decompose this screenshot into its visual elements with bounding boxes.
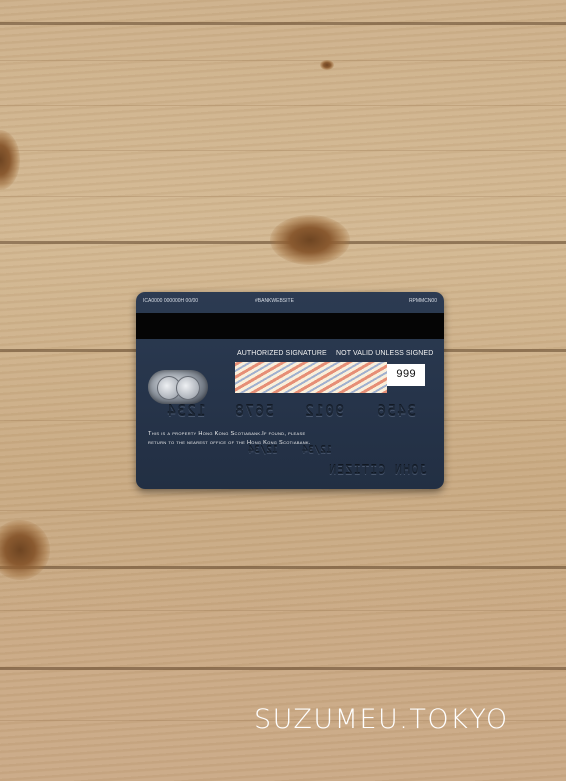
wood-knot [270,215,350,265]
magnetic-stripe [136,313,444,339]
authorized-signature-label: AUTHORIZED SIGNATURE [237,350,327,357]
signature-panel [235,362,387,393]
card-number-group: 9012 [304,402,345,420]
plank-seam [0,667,566,670]
card-code: ICA0000 000000H 00/00 [143,298,199,304]
plank-seam [0,22,566,25]
wood-grain [0,510,566,511]
wood-grain [0,610,566,611]
wood-grain [0,60,566,61]
wood-grain [0,150,566,151]
property-text-line-1: This is a property Hong Kong Scotiabank.… [148,431,306,437]
wood-grain [0,196,566,197]
not-valid-label: NOT VALID UNLESS SIGNED [336,350,434,357]
wood-grain [0,105,566,106]
card-ref-code: RPMMCN00 [408,298,437,304]
card-number-group: 3456 [376,402,417,420]
wood-knot [320,60,334,70]
cvv-box: 999 [387,364,425,386]
expiry-date: 12/34 [248,445,279,456]
plank-seam [0,566,566,569]
globe-icon [176,376,200,400]
cardholder-name: JOHN CITIZEN [328,463,427,477]
credit-card-back: ICA0000 000000H 00/00 #BANKWEBSITE RPMMC… [136,292,444,489]
watermark-text: SUZUMEU.TOKYO [254,704,509,735]
globe-hologram-icon [148,370,208,404]
wood-knot [0,130,20,190]
bank-website: #BANKWEBSITE [255,298,294,304]
expiry-date: 12/34 [302,445,333,456]
wood-knot [0,520,50,580]
card-number-group: 1234 [166,402,207,420]
property-text-line-2: return to the nearest office of the Hong… [148,440,311,446]
card-number-group: 5678 [234,402,275,420]
